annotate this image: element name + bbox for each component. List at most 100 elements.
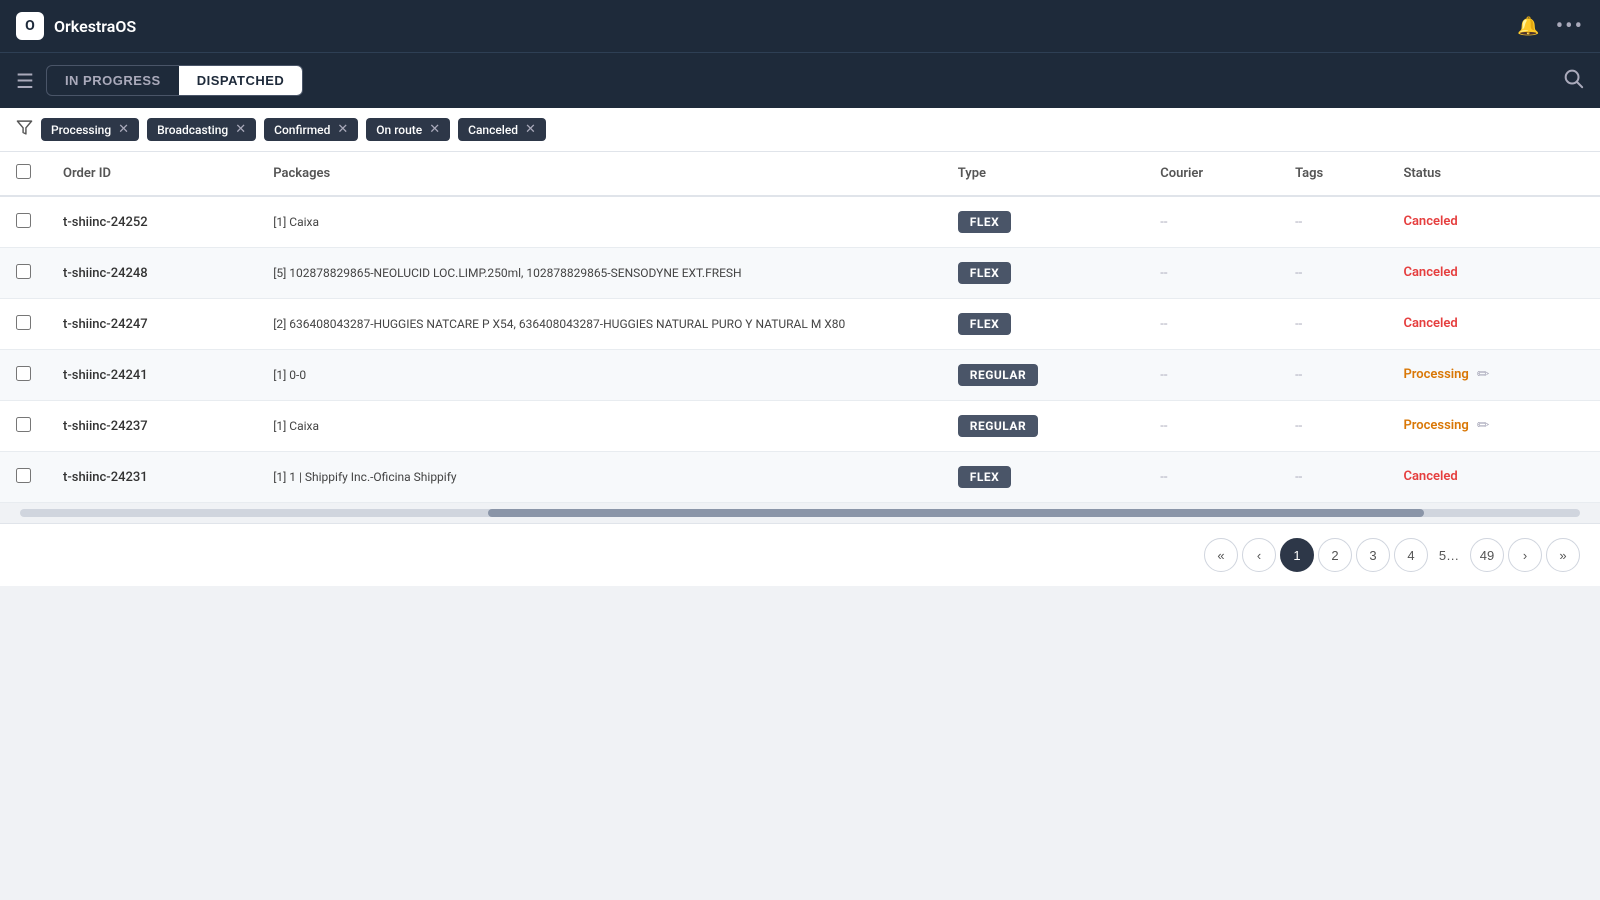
col-order-id: Order ID [47, 152, 257, 196]
scrollbar-thumb[interactable] [488, 509, 1424, 517]
top-nav-left: O OrkestraOS [16, 12, 136, 40]
status-cell: Processing ✏ [1387, 350, 1600, 398]
table-header-row: Order ID Packages Type Courier Tags Stat… [0, 152, 1600, 196]
type-badge: FLEX [958, 313, 1011, 335]
packages-cell: [1] Caixa [257, 196, 942, 248]
order-id-cell: t-shiinc-24247 [47, 299, 257, 350]
orders-table-container: Order ID Packages Type Courier Tags Stat… [0, 152, 1600, 503]
row-checkbox[interactable] [16, 366, 31, 381]
pagination-page-49[interactable]: 49 [1470, 538, 1504, 572]
tags-cell: -- [1279, 248, 1387, 299]
pagination-page-1[interactable]: 1 [1280, 538, 1314, 572]
pagination-page-4[interactable]: 4 [1394, 538, 1428, 572]
status-cell: Canceled [1387, 299, 1600, 347]
type-badge: FLEX [958, 466, 1011, 488]
more-icon[interactable]: ••• [1556, 14, 1584, 39]
row-checkbox[interactable] [16, 468, 31, 483]
search-icon[interactable] [1562, 67, 1584, 94]
pagination-prev[interactable]: ‹ [1242, 538, 1276, 572]
filter-broadcasting[interactable]: Broadcasting ✕ [147, 118, 256, 141]
type-badge: REGULAR [958, 415, 1038, 437]
type-cell: FLEX [942, 248, 1144, 299]
pagination-page-3[interactable]: 3 [1356, 538, 1390, 572]
toolbar: ☰ IN PROGRESS DISPATCHED [0, 52, 1600, 108]
row-check-col [0, 350, 47, 401]
type-cell: FLEX [942, 196, 1144, 248]
packages-cell: [1] 1 | Shippify Inc.-Oficina Shippify [257, 452, 942, 503]
pagination-last[interactable]: » [1546, 538, 1580, 572]
filter-processing[interactable]: Processing ✕ [41, 118, 139, 141]
packages-cell: [1] Caixa [257, 401, 942, 452]
table-row: t-shiinc-24247 [2] 636408043287-HUGGIES … [0, 299, 1600, 350]
tab-in-progress[interactable]: IN PROGRESS [47, 66, 179, 95]
courier-cell: -- [1144, 248, 1279, 299]
status-label: Canceled [1403, 316, 1457, 331]
tab-dispatched[interactable]: DISPATCHED [179, 66, 303, 95]
pagination-first[interactable]: « [1204, 538, 1238, 572]
tags-cell: -- [1279, 299, 1387, 350]
tab-group: IN PROGRESS DISPATCHED [46, 65, 303, 96]
type-cell: REGULAR [942, 401, 1144, 452]
courier-cell: -- [1144, 401, 1279, 452]
tags-cell: -- [1279, 196, 1387, 248]
table-row: t-shiinc-24241 [1] 0-0 REGULAR -- -- Pro… [0, 350, 1600, 401]
edit-icon[interactable]: ✏ [1477, 365, 1490, 383]
courier-cell: -- [1144, 196, 1279, 248]
status-label: Canceled [1403, 469, 1457, 484]
table-row: t-shiinc-24237 [1] Caixa REGULAR -- -- P… [0, 401, 1600, 452]
order-id-cell: t-shiinc-24231 [47, 452, 257, 503]
close-processing-icon[interactable]: ✕ [118, 122, 129, 137]
type-badge: REGULAR [958, 364, 1038, 386]
row-check-col [0, 401, 47, 452]
close-on-route-icon[interactable]: ✕ [429, 122, 440, 137]
filter-canceled[interactable]: Canceled ✕ [458, 118, 546, 141]
row-checkbox[interactable] [16, 264, 31, 279]
status-label: Processing [1403, 418, 1468, 433]
row-check-col [0, 299, 47, 350]
type-cell: FLEX [942, 299, 1144, 350]
filter-bar: Processing ✕ Broadcasting ✕ Confirmed ✕ … [0, 108, 1600, 152]
col-courier: Courier [1144, 152, 1279, 196]
type-badge: FLEX [958, 211, 1011, 233]
top-nav: O OrkestraOS 🔔 ••• [0, 0, 1600, 52]
courier-cell: -- [1144, 350, 1279, 401]
table-row: t-shiinc-24248 [5] 102878829865-NEOLUCID… [0, 248, 1600, 299]
col-type: Type [942, 152, 1144, 196]
filter-confirmed[interactable]: Confirmed ✕ [264, 118, 358, 141]
status-cell: Canceled [1387, 452, 1600, 500]
close-broadcasting-icon[interactable]: ✕ [235, 122, 246, 137]
close-canceled-icon[interactable]: ✕ [525, 122, 536, 137]
status-cell: Canceled [1387, 248, 1600, 296]
pagination-next[interactable]: › [1508, 538, 1542, 572]
filter-on-route[interactable]: On route ✕ [366, 118, 450, 141]
tags-cell: -- [1279, 452, 1387, 503]
close-confirmed-icon[interactable]: ✕ [337, 122, 348, 137]
status-cell: Canceled [1387, 197, 1600, 245]
orders-table: Order ID Packages Type Courier Tags Stat… [0, 152, 1600, 503]
tags-cell: -- [1279, 401, 1387, 452]
type-cell: REGULAR [942, 350, 1144, 401]
order-id-cell: t-shiinc-24248 [47, 248, 257, 299]
col-packages: Packages [257, 152, 942, 196]
courier-cell: -- [1144, 452, 1279, 503]
scrollbar-track[interactable] [20, 509, 1580, 517]
edit-icon[interactable]: ✏ [1477, 416, 1490, 434]
packages-cell: [1] 0-0 [257, 350, 942, 401]
row-checkbox[interactable] [16, 213, 31, 228]
type-badge: FLEX [958, 262, 1011, 284]
col-tags: Tags [1279, 152, 1387, 196]
order-id-cell: t-shiinc-24252 [47, 196, 257, 248]
row-checkbox[interactable] [16, 417, 31, 432]
status-label: Processing [1403, 367, 1468, 382]
row-check-col [0, 452, 47, 503]
menu-icon[interactable]: ☰ [16, 69, 34, 93]
bell-icon[interactable]: 🔔 [1517, 16, 1539, 37]
status-cell: Processing ✏ [1387, 401, 1600, 449]
status-label: Canceled [1403, 214, 1457, 229]
packages-cell: [5] 102878829865-NEOLUCID LOC.LIMP.250ml… [257, 248, 942, 299]
row-checkbox[interactable] [16, 315, 31, 330]
select-all-checkbox[interactable] [16, 164, 31, 179]
top-nav-right: 🔔 ••• [1517, 14, 1584, 39]
status-label: Canceled [1403, 265, 1457, 280]
pagination-page-2[interactable]: 2 [1318, 538, 1352, 572]
